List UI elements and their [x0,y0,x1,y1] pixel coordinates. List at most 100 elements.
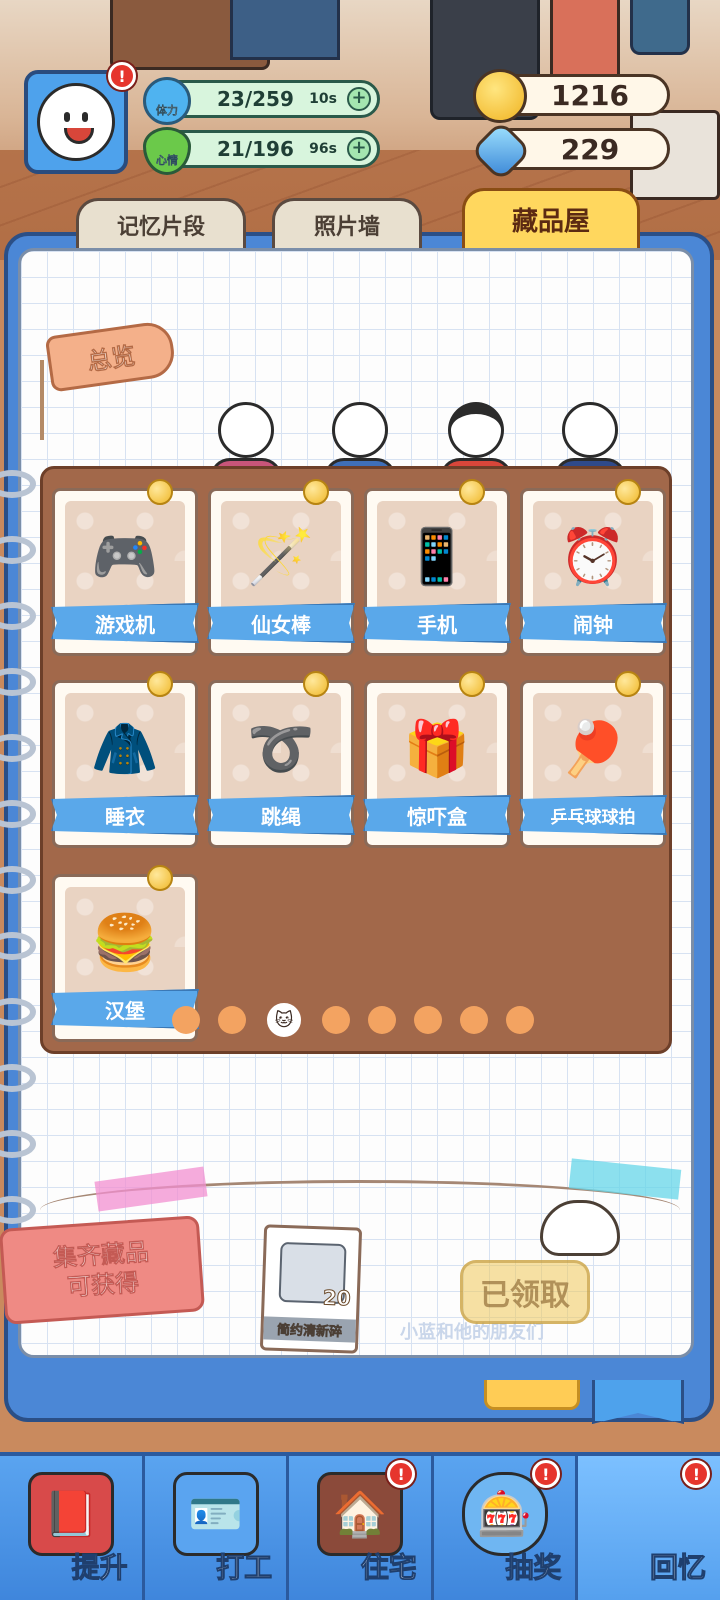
pin-icon [147,865,173,891]
tab-memory-fragments[interactable]: 记忆片段 [76,198,246,248]
page-indicator: 🐱 [172,1000,534,1040]
nav-label: 住宅 [360,1551,417,1585]
nav-item-upgrade[interactable]: 📕 提升 [0,1456,145,1600]
tab-label: 照片墙 [313,214,380,240]
gem-amount: 229 [560,132,620,166]
item-name: 闹钟 [519,603,667,643]
game-console-icon: 🎮 [91,525,159,588]
stamina-bar: 体力 23/259 10s + [143,77,380,125]
collection-card-pajamas[interactable]: 🧥 睡衣 [51,671,199,848]
nav-item-memory[interactable]: 回忆 ! [578,1456,720,1600]
page-dot[interactable] [414,1006,442,1034]
coin-icon [473,69,527,123]
house-icon: 🏠 [317,1472,404,1556]
page-dot[interactable] [218,1006,246,1034]
coin-amount: 1216 [551,78,629,112]
collection-card-alarm-clock[interactable]: ⏰ 闹钟 [519,479,667,656]
avatar-face [37,83,115,161]
collection-card-phone[interactable]: 📱 手机 [363,479,511,656]
pin-icon [615,479,641,505]
page-dot[interactable] [172,1006,200,1034]
tab-collection-room[interactable]: 藏品屋 [462,188,640,248]
nav-item-house[interactable]: 🏠 住宅 ! [289,1456,434,1600]
cabinet [550,0,620,80]
item-name: 睡衣 [51,795,199,835]
nav-label: 回忆 [649,1551,706,1585]
spiral-rings [0,470,36,1230]
page-dot[interactable] [322,1006,350,1034]
burger-icon: 🍔 [91,911,159,974]
item-name: 跳绳 [207,795,355,835]
reward-item-card[interactable]: 20 简约清新碎 [259,1224,363,1354]
stamina-timer: 10s [309,91,337,107]
nav-alert-badge: ! [387,1460,416,1488]
heart-icon: 心情 [143,127,191,175]
reward-item-name: 简约清新碎 [263,1316,356,1343]
stamina-value: 23/259 [217,87,294,111]
collection-card-magic-wand[interactable]: 🪄 仙女棒 [207,479,355,656]
friend-sunglasses [440,402,512,480]
surprise-box-icon: 🎁 [403,717,471,780]
pin-icon [147,671,173,697]
magic-wand-icon: 🪄 [247,525,315,588]
stamina-label: 体力 [156,104,178,117]
mood-label: 心情 [156,154,178,167]
page-dot[interactable] [368,1006,396,1034]
tab-label: 藏品屋 [511,207,590,237]
avatar-alert-badge: ! [108,62,136,90]
coin-counter[interactable]: 1216 [473,69,670,123]
page-dot-current[interactable]: 🐱 [264,1000,304,1040]
nav-label: 抽奖 [505,1551,562,1585]
upgrade-book-icon: 📕 [28,1472,114,1556]
collection-card-jump-rope[interactable]: ➰ 跳绳 [207,671,355,848]
pin-icon [303,671,329,697]
trash-bin [630,0,690,55]
pin-icon [147,479,173,505]
nav-label: 打工 [216,1551,273,1585]
ping-pong-paddle-icon: 🏓 [559,717,627,780]
item-name: 仙女棒 [207,603,355,643]
reward-sign-line2: 可获得 [66,1268,140,1302]
mood-timer: 96s [309,141,337,157]
bookmark-yellow [484,1380,580,1410]
nav-item-work[interactable]: 🪪 打工 [144,1456,290,1600]
bottom-nav: 📕 提升 🪪 打工 🏠 住宅 ! 🎰 抽奖 ! 回忆 ! [0,1452,720,1600]
dumbbell-icon: 体力 [143,77,191,125]
gacha-machine-icon: 🎰 [461,1472,548,1556]
add-stamina-button[interactable]: + [347,87,371,111]
nav-label: 提升 [71,1551,128,1585]
pajamas-icon: 🧥 [91,717,159,780]
friend-pink [210,402,282,480]
pin-icon [459,671,485,697]
friend-blue [324,402,396,480]
work-badge-icon: 🪪 [172,1472,259,1556]
add-mood-button[interactable]: + [347,137,371,161]
nav-alert-badge: ! [682,1460,711,1488]
reward-item-count: 20 [322,1285,352,1311]
item-name: 手机 [363,603,511,643]
curtain [230,0,340,60]
collection-card-surprise-box[interactable]: 🎁 惊吓盒 [363,671,511,848]
item-name: 乒乓球球拍 [519,795,667,835]
nav-alert-badge: ! [531,1460,560,1488]
page-dot[interactable] [460,1006,488,1034]
collection-card-game-console[interactable]: 🎮 游戏机 [51,479,199,656]
cat-face-icon: 🐱 [274,1009,294,1031]
claimed-button[interactable]: 已领取 [460,1260,590,1324]
pin-icon [459,479,485,505]
phone-icon: 📱 [403,525,471,588]
nav-item-lottery[interactable]: 🎰 抽奖 ! [433,1456,579,1600]
item-name: 游戏机 [51,603,199,643]
gem-counter[interactable]: 229 [469,119,670,183]
jump-rope-icon: ➰ [247,717,315,780]
alarm-clock-icon: ⏰ [559,525,627,588]
tab-photo-wall[interactable]: 照片墙 [272,198,422,248]
friends-illustration [200,392,660,480]
mood-bar: 心情 21/196 96s + [143,127,380,175]
item-name: 惊吓盒 [363,795,511,835]
page-dot[interactable] [506,1006,534,1034]
pin-icon [303,479,329,505]
collection-card-ping-pong-paddle[interactable]: 🏓 乒乓球球拍 [519,671,667,848]
reward-sign: 集齐藏品 可获得 [0,1215,206,1325]
friend-navy [554,402,626,480]
